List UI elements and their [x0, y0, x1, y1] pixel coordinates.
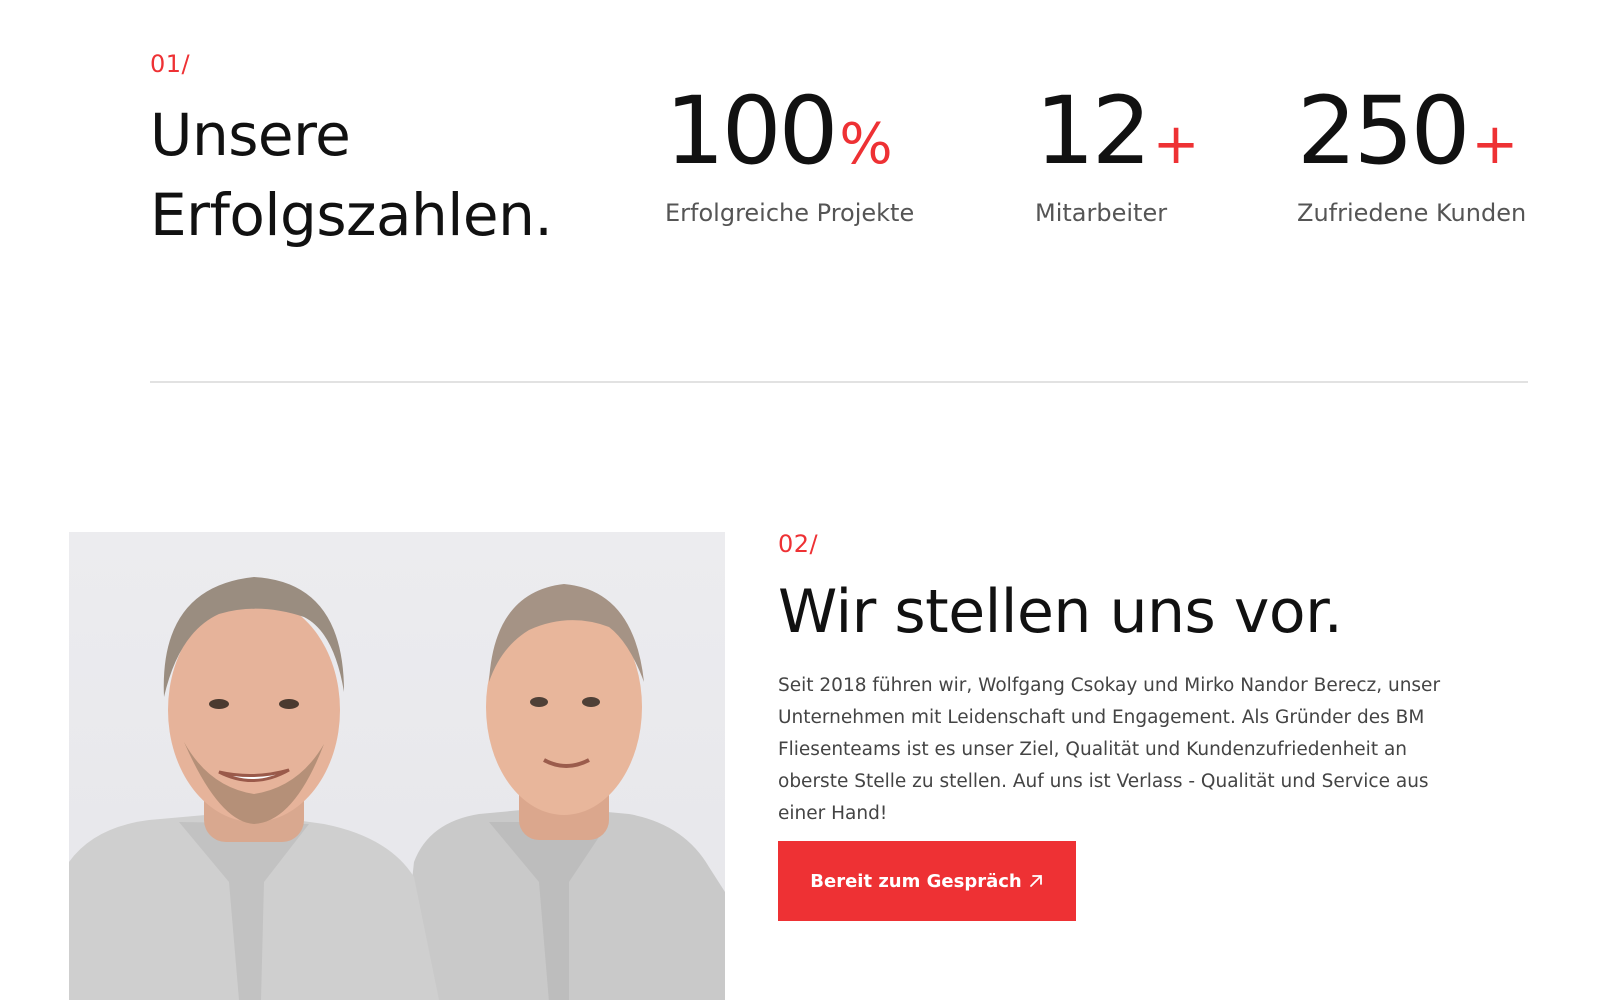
section-divider	[150, 381, 1528, 383]
about-text: Seit 2018 führen wir, Wolfgang Csokay un…	[778, 675, 1441, 824]
stat-projects: 100% Erfolgreiche Projekte	[665, 82, 915, 228]
stats-heading: Unsere Erfolgszahlen.	[150, 95, 620, 255]
contact-cta-label: Bereit zum Gespräch	[810, 870, 1022, 892]
stat-number: 12	[1035, 77, 1152, 186]
section-number-01: 01/	[150, 50, 191, 78]
stat-label: Erfolgreiche Projekte	[665, 199, 915, 227]
about-heading: Wir stellen uns vor.	[778, 577, 1343, 647]
stat-number: 250	[1297, 77, 1470, 186]
stat-value: 100%	[665, 82, 914, 195]
section-number-02: 02/	[778, 530, 819, 558]
stat-number: 100	[665, 77, 838, 186]
stat-label: Mitarbeiter	[1035, 199, 1168, 227]
founders-illustration	[69, 577, 725, 1000]
arrow-up-right-icon	[1029, 875, 1042, 887]
stat-label: Zufriedene Kunden	[1297, 199, 1527, 227]
person-right	[399, 584, 725, 1000]
founders-photo	[69, 532, 725, 1000]
person-left	[69, 577, 439, 1000]
page: 01/ Unsere Erfolgszahlen. 100% Erfolgrei…	[0, 0, 1600, 1000]
stat-employees: 12+ Mitarbeiter	[1035, 82, 1200, 228]
stat-customers: 250+ Zufriedene Kunden	[1297, 82, 1527, 228]
stat-suffix: +	[1471, 112, 1519, 177]
contact-cta-button[interactable]: Bereit zum Gespräch	[778, 841, 1076, 921]
stats-heading-line-2: Erfolgszahlen.	[150, 181, 553, 249]
stat-value: 250+	[1297, 82, 1526, 195]
stat-suffix: %	[839, 112, 893, 177]
stat-value: 12+	[1035, 82, 1200, 195]
stat-suffix: +	[1152, 112, 1200, 177]
stats-heading-line-1: Unsere	[150, 101, 351, 169]
